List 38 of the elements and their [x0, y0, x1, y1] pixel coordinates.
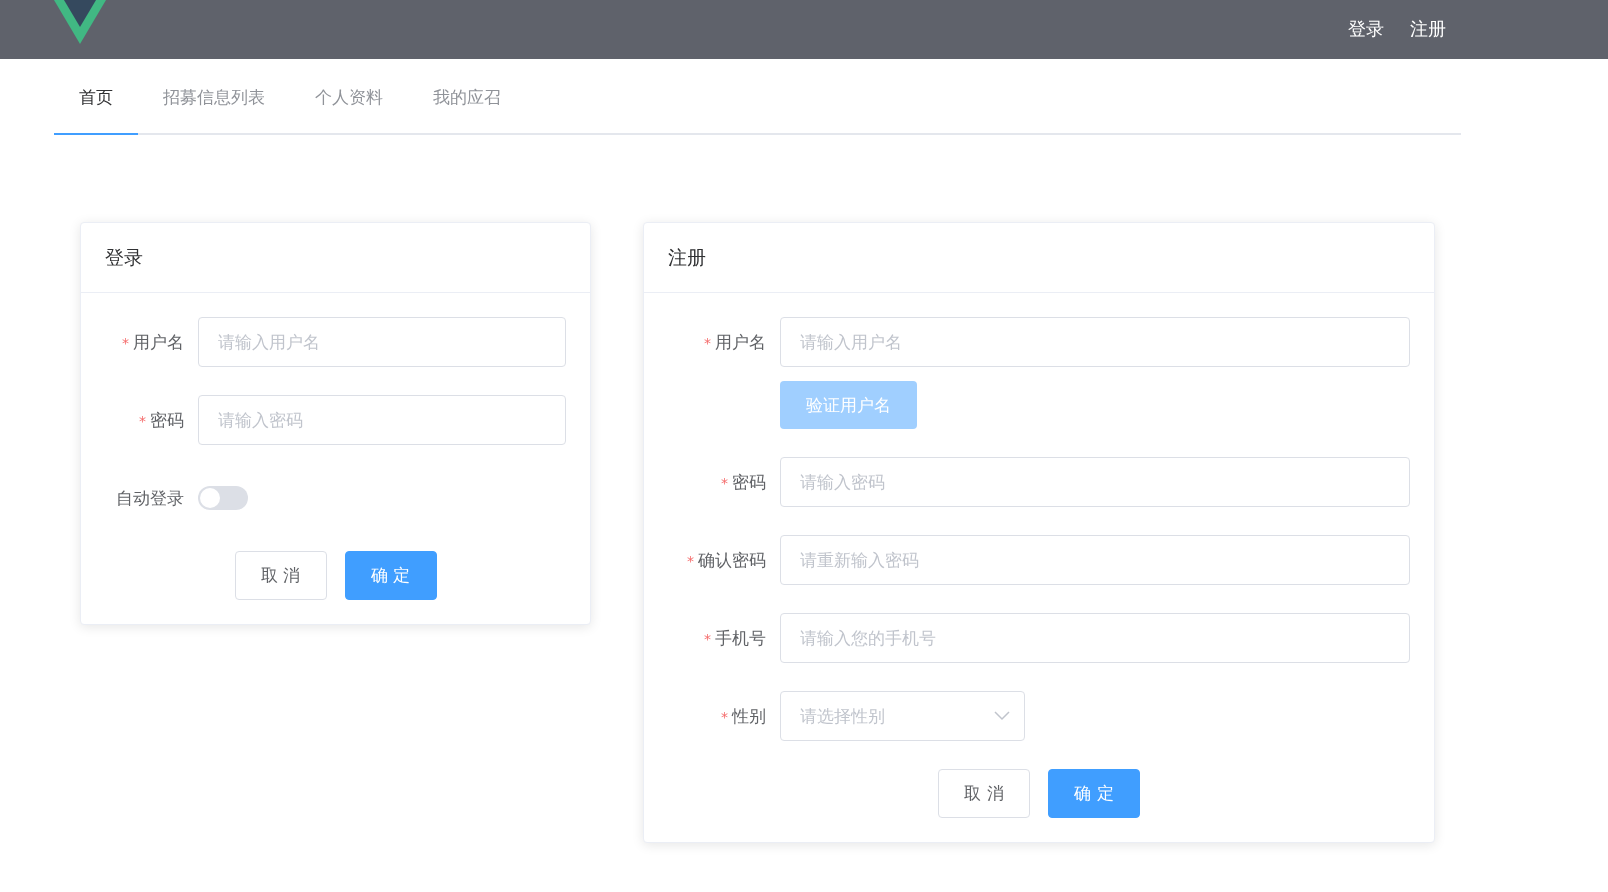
- nav-tab[interactable]: 首页: [54, 59, 138, 135]
- select-field[interactable]: 请选择性别: [780, 691, 1025, 741]
- field-label: 确认密码: [698, 550, 766, 570]
- card-title: 登录: [81, 223, 590, 293]
- text-field[interactable]: 请输入用户名: [780, 317, 1410, 367]
- required-mark: *: [687, 553, 694, 569]
- text-field[interactable]: 请输入用户名: [198, 317, 566, 367]
- required-mark: *: [704, 631, 711, 647]
- field-label: 用户名: [133, 332, 184, 352]
- field-label: 性别: [732, 706, 766, 726]
- text-field[interactable]: 请重新输入密码: [780, 535, 1410, 585]
- required-mark: *: [721, 709, 728, 725]
- chevron-down-icon: [994, 711, 1010, 721]
- text-field[interactable]: 请输入您的手机号: [780, 613, 1410, 663]
- field-label: 密码: [150, 410, 184, 430]
- confirm-button[interactable]: 确 定: [1048, 769, 1140, 818]
- nav-tab[interactable]: 个人资料: [290, 59, 408, 135]
- required-mark: *: [139, 413, 146, 429]
- header-link[interactable]: 登录: [1348, 16, 1384, 41]
- cancel-button[interactable]: 取 消: [938, 769, 1030, 818]
- field-label: 自动登录: [116, 488, 184, 508]
- card-title: 注册: [644, 223, 1434, 293]
- text-field[interactable]: 请输入密码: [780, 457, 1410, 507]
- confirm-button[interactable]: 确 定: [344, 551, 437, 600]
- header-link[interactable]: 注册: [1410, 16, 1446, 41]
- nav-tab[interactable]: 我的应召: [408, 59, 526, 135]
- required-mark: *: [721, 475, 728, 491]
- required-mark: *: [122, 335, 129, 351]
- select-placeholder: 请选择性别: [800, 704, 885, 728]
- field-label: 手机号: [715, 628, 766, 648]
- toggle-switch[interactable]: [198, 486, 248, 510]
- logo-icon: [54, 0, 106, 44]
- text-field[interactable]: 请输入密码: [198, 395, 566, 445]
- cancel-button[interactable]: 取 消: [234, 551, 327, 600]
- field-label: 密码: [732, 472, 766, 492]
- field-label: 用户名: [715, 332, 766, 352]
- required-mark: *: [704, 335, 711, 351]
- nav-tab[interactable]: 招募信息列表: [138, 59, 290, 135]
